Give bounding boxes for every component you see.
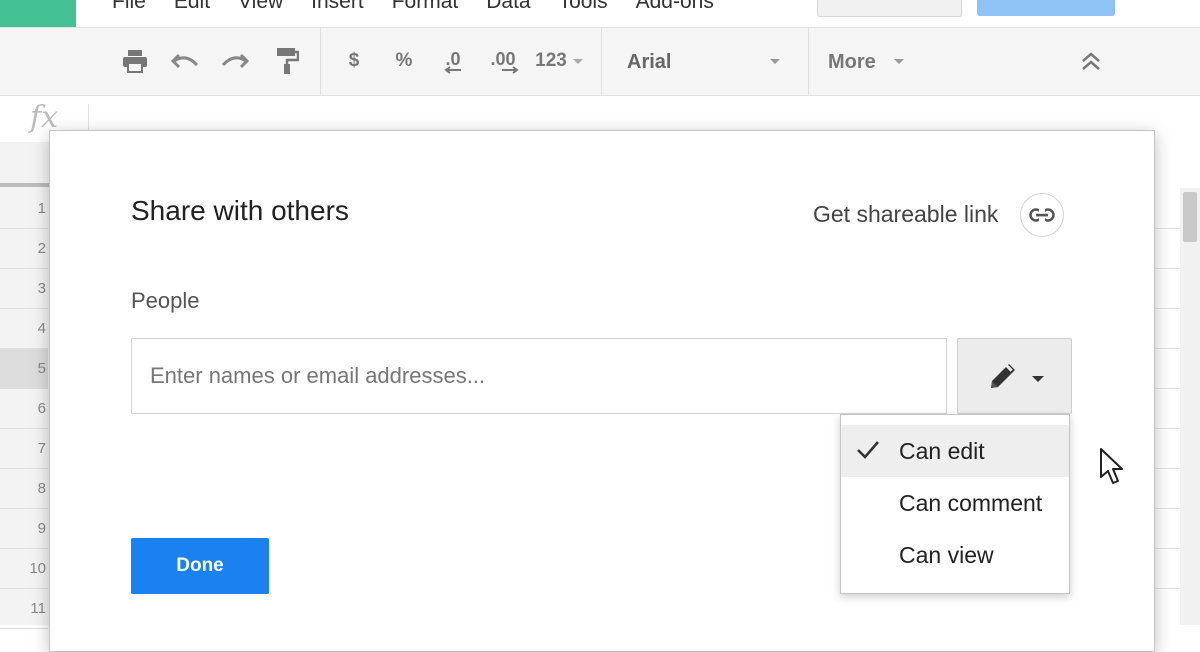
currency-button[interactable]: $ [340,46,368,76]
toolbar-divider [320,28,321,96]
decrease-decimal-button[interactable]: .0 [436,46,470,76]
menu-insert[interactable]: Insert [311,0,364,14]
row-number[interactable]: 1 [0,189,48,229]
people-input[interactable] [131,338,947,414]
scrollbar-thumb[interactable] [1183,192,1197,242]
font-select[interactable]: Arial [627,51,671,74]
app-logo[interactable] [0,0,76,27]
menu-format[interactable]: Format [392,0,459,14]
link-icon[interactable] [1020,193,1064,237]
undo-icon[interactable] [168,46,202,76]
more-button[interactable]: More [828,51,876,74]
menu-addons[interactable]: Add-ons [636,0,714,14]
menu-view[interactable]: View [238,0,283,14]
grid-line [1154,308,1180,309]
menu-item-label: Can comment [899,490,1043,516]
comments-button[interactable] [817,0,962,17]
menu-bar: File Edit View Insert Format Data Tools … [0,0,1200,27]
row-number-selected[interactable]: 5 [0,349,48,389]
menu-tools[interactable]: Tools [559,0,608,14]
row-number[interactable]: 7 [0,429,48,469]
print-icon[interactable] [118,46,152,76]
vertical-scrollbar[interactable] [1180,188,1200,625]
mouse-cursor-icon [1100,448,1123,484]
permission-dropdown-button[interactable] [957,338,1072,414]
select-all-corner[interactable] [0,142,50,187]
share-dialog: Share with others Get shareable link Peo… [49,130,1155,652]
pencil-icon [990,363,1015,388]
collapse-toolbar-icon[interactable] [1076,46,1106,76]
grid-line [1154,228,1180,229]
row-number[interactable]: 11 [0,589,48,629]
grid-line [1154,428,1180,429]
paint-format-icon[interactable] [270,46,304,76]
permission-menu: Can edit Can comment Can view [840,414,1070,594]
done-button[interactable]: Done [131,538,269,594]
chevron-down-icon [573,59,583,64]
row-number[interactable]: 10 [0,549,48,589]
toolbar-divider [601,28,602,96]
chevron-down-icon [770,59,780,64]
percent-button[interactable]: % [390,46,418,76]
grid-line [1154,588,1180,589]
menu-edit[interactable]: Edit [174,0,210,14]
row-number[interactable]: 3 [0,269,48,309]
grid-line [1154,388,1180,389]
toolbar: $ % .0 .00 123 Arial More [0,27,1200,96]
grid-line [1154,268,1180,269]
menu-item-can-edit[interactable]: Can edit [841,425,1069,477]
menu-file[interactable]: File [112,0,146,14]
menu-items: File Edit View Insert Format Data Tools … [112,0,742,14]
increase-decimal-button[interactable]: .00 [483,46,523,76]
grid-line [1154,548,1180,549]
dialog-title: Share with others [131,195,349,226]
grid-line [1154,348,1180,349]
arrow-left-icon [444,65,461,74]
people-label: People [131,288,200,313]
menu-item-can-view[interactable]: Can view [841,529,1069,581]
grid-line [1154,468,1180,469]
row-number[interactable]: 6 [0,389,48,429]
row-number[interactable]: 8 [0,469,48,509]
get-shareable-link[interactable]: Get shareable link [813,201,998,228]
arrow-right-icon [502,65,519,74]
redo-icon[interactable] [218,46,252,76]
menu-item-label: Can edit [899,438,985,464]
grid-line [1154,508,1180,509]
menu-item-can-comment[interactable]: Can comment [841,477,1069,529]
row-number[interactable]: 2 [0,229,48,269]
toolbar-divider [808,28,809,96]
chevron-down-icon [1031,376,1044,382]
row-number[interactable]: 9 [0,509,48,549]
chevron-down-icon [894,59,904,64]
number-format-button[interactable]: 123 [531,46,571,76]
share-button[interactable] [977,0,1115,16]
check-icon [857,441,879,459]
menu-item-label: Can view [899,542,994,568]
menu-data[interactable]: Data [486,0,530,14]
row-number[interactable]: 4 [0,309,48,349]
